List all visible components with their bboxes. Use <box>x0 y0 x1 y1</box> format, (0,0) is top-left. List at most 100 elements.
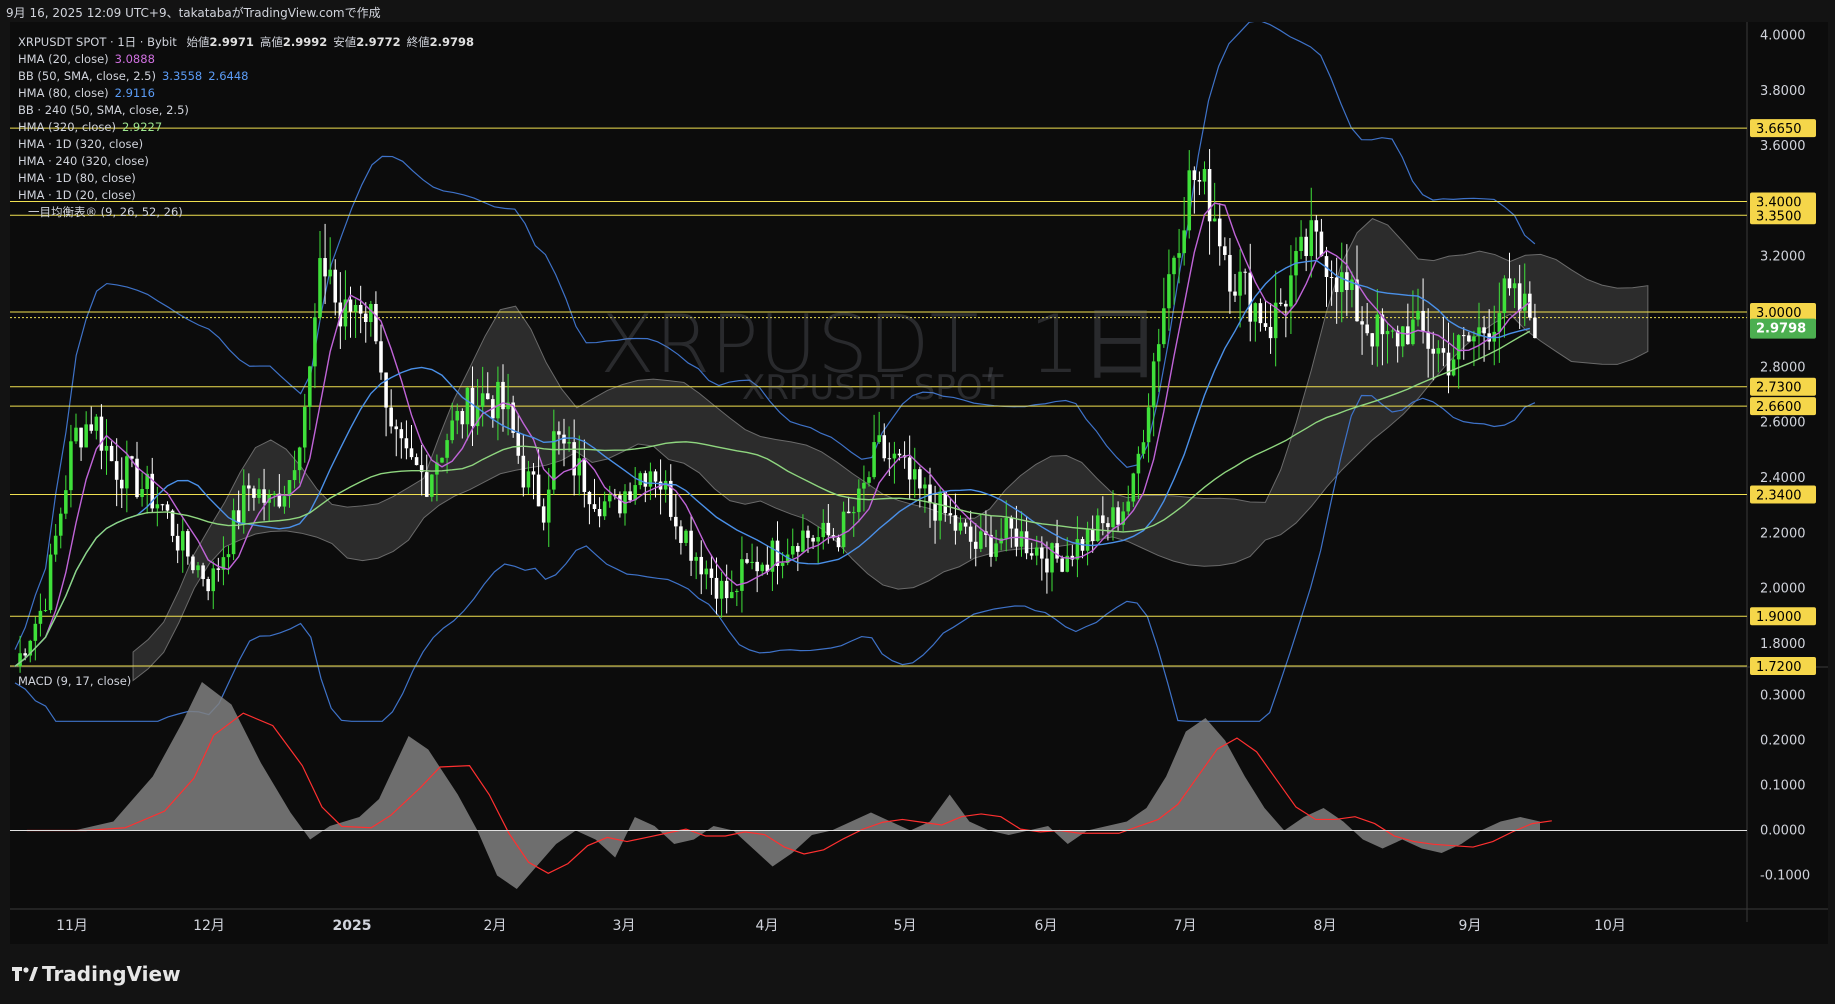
ohlc-value: 2.9992 <box>282 35 328 49</box>
candle-body <box>1385 331 1390 335</box>
candle-body <box>165 504 170 511</box>
candle-body <box>1238 271 1242 296</box>
candle-body <box>1207 169 1212 222</box>
candle-body <box>374 303 378 342</box>
candle-body <box>750 561 754 563</box>
time-tick: 7月 <box>1174 918 1197 934</box>
indicator-row[interactable]: HMA · 240 (320, close) <box>18 153 474 170</box>
indicator-value: 2.9116 <box>114 86 155 100</box>
candle-body <box>480 393 485 407</box>
candle-body <box>1126 501 1131 512</box>
candle-body <box>704 568 709 575</box>
candle-body <box>216 568 221 570</box>
level-label: 3.6650 <box>1756 122 1802 137</box>
symbol-watermark-sub: XRPUSDT SPOT <box>742 368 1004 408</box>
candle-body <box>1431 348 1436 354</box>
indicator-row[interactable]: BB · 240 (50, SMA, close, 2.5) <box>18 102 474 119</box>
candle-body <box>1467 335 1471 342</box>
price-axis[interactable]: 4.0000 3.8000 3.6000 3.2000 2.8000 2.6000 2.40… <box>1750 29 1816 675</box>
candle-body <box>709 568 714 578</box>
candle-body <box>1284 303 1288 307</box>
macd-pane <box>10 682 1747 889</box>
macd-legend: MACD (9, 17, close) <box>18 674 132 688</box>
candle-body <box>1029 553 1034 556</box>
level-label: 2.3400 <box>1756 489 1802 504</box>
candle-body <box>353 304 358 312</box>
candle-body <box>1146 407 1151 443</box>
candle-body <box>1055 543 1059 559</box>
candle-body <box>58 513 63 536</box>
indicator-label: HMA (80, close) <box>18 86 109 100</box>
indicator-label: HMA (20, close) <box>18 52 109 66</box>
candle-body <box>806 530 810 538</box>
indicator-row[interactable]: HMA · 1D (320, close) <box>18 136 474 153</box>
candle-body <box>201 565 205 580</box>
candle-body <box>455 411 460 421</box>
time-tick: 6月 <box>1035 918 1058 934</box>
candle-body <box>1217 218 1222 247</box>
candle-body <box>399 429 404 439</box>
candle-body <box>841 511 846 548</box>
candle-body <box>1512 283 1517 289</box>
candle-body <box>257 489 261 498</box>
indicator-value-2: 2.6448 <box>208 69 249 83</box>
price-tick: 3.6000 <box>1760 139 1806 154</box>
candle-body <box>186 531 190 557</box>
candle-body <box>1421 310 1425 332</box>
ohlc-0: 始値2.9971 <box>186 35 253 49</box>
candle-body <box>1517 283 1522 311</box>
indicator-row[interactable]: HMA (320, close) 2.9227 <box>18 119 474 136</box>
indicator-label: HMA · 1D (20, close) <box>18 188 136 202</box>
candle-body <box>308 366 312 407</box>
candle-body <box>557 431 561 435</box>
candle-body <box>780 562 785 566</box>
candle-body <box>1136 453 1141 474</box>
candle-body <box>79 427 83 448</box>
candle-body <box>1360 321 1364 325</box>
candle-body <box>1192 170 1197 181</box>
candle-body <box>826 522 831 536</box>
candle-body <box>973 541 978 549</box>
indicator-row[interactable]: HMA (20, close) 3.0888 <box>18 51 474 68</box>
candle-body <box>18 653 22 667</box>
indicator-label: BB · 240 (50, SMA, close, 2.5) <box>18 103 189 117</box>
candle-body <box>1131 473 1136 502</box>
candle-body <box>196 565 200 571</box>
candle-body <box>231 510 236 555</box>
candle-body <box>369 303 373 323</box>
time-tick: 11月 <box>56 918 88 934</box>
candle-body <box>191 556 195 571</box>
indicator-row[interactable]: HMA (80, close) 2.9116 <box>18 85 474 102</box>
time-axis[interactable]: 11月 12月 2025 2月 3月 4月 5月 6月 7月 8月 9月 10月 <box>56 918 1626 934</box>
time-tick: 4月 <box>756 918 779 934</box>
candle-body <box>1045 558 1049 573</box>
time-tick: 10月 <box>1594 918 1626 934</box>
indicator-row[interactable]: BB (50, SMA, close, 2.5) 3.3558 2.6448 <box>18 68 474 85</box>
level-label: 1.7200 <box>1756 660 1802 675</box>
candle-body <box>170 510 175 536</box>
indicator-row[interactable]: 一目均衡表® (9, 26, 52, 26) <box>18 204 474 221</box>
candle-body <box>674 516 678 527</box>
indicator-row[interactable]: HMA · 1D (80, close) <box>18 170 474 187</box>
candle-body <box>1365 324 1369 334</box>
candle-body <box>155 504 160 509</box>
indicator-label: HMA · 240 (320, close) <box>18 154 149 168</box>
ohlc-3: 終値2.9798 <box>407 35 474 49</box>
candle-body <box>740 559 744 591</box>
macd-axis[interactable]: 0.3000 0.2000 0.1000 0.0000 -0.1000 <box>1760 689 1810 884</box>
tradingview-logo[interactable]: TradingView <box>12 962 181 986</box>
candle-body <box>74 427 78 442</box>
candle-body <box>887 458 892 460</box>
indicator-row[interactable]: HMA · 1D (20, close) <box>18 187 474 204</box>
candle-body <box>811 537 815 542</box>
price-tick: 2.4000 <box>1760 471 1806 486</box>
ohlc-value: 2.9798 <box>429 35 475 49</box>
candle-body <box>1223 246 1227 255</box>
candle-body <box>694 556 698 561</box>
candle-body <box>968 526 973 542</box>
level-label: 2.6600 <box>1756 400 1802 415</box>
candle-body <box>536 474 541 507</box>
ohlc-1: 高値2.9992 <box>260 35 327 49</box>
candle-body <box>821 522 826 538</box>
price-tick: 4.0000 <box>1760 29 1806 44</box>
